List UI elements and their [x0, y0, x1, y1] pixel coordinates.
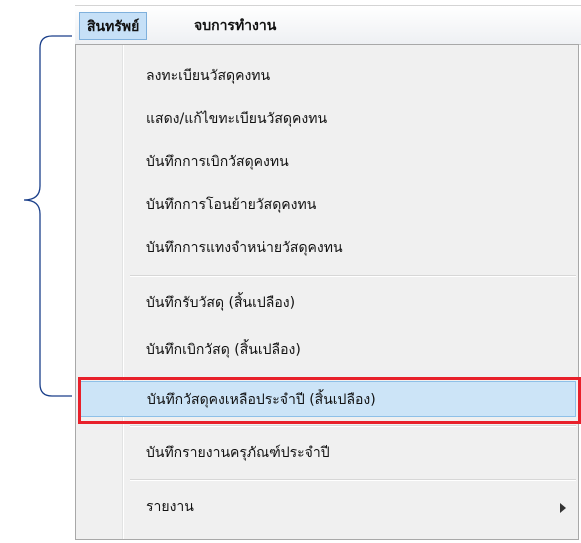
- menu-item-reports[interactable]: รายงาน: [78, 489, 576, 525]
- menu-separator: [130, 479, 576, 481]
- menu-separator: [130, 275, 576, 277]
- chevron-right-icon: [560, 503, 566, 513]
- menubar-item-exit[interactable]: จบการทำงาน: [187, 12, 283, 40]
- menu-item-receive-consumable[interactable]: บันทึกรับวัสดุ (สิ้นเปลือง): [78, 285, 576, 321]
- assets-dropdown-menu: ลงทะเบียนวัสดุคงทน แสดง/แก้ไขทะเบียนวัสด…: [75, 44, 579, 540]
- menu-item-edit-durable[interactable]: แสดง/แก้ไขทะเบียนวัสดุคงทน: [78, 101, 576, 137]
- menu-separator: [130, 425, 576, 427]
- menu-item-reports-label: รายงาน: [146, 499, 194, 515]
- menu-item-dispose-durable[interactable]: บันทึกการแทงจำหน่ายวัสดุคงทน: [78, 230, 576, 266]
- screenshot: สินทรัพย์ จบการทำงาน ลงทะเบียนวัสดุคงทน …: [0, 0, 581, 543]
- menu-item-withdraw-consumable[interactable]: บันทึกเบิกวัสดุ (สิ้นเปลือง): [78, 332, 576, 368]
- menubar: สินทรัพย์ จบการทำงาน: [75, 5, 581, 45]
- menu-item-register-durable[interactable]: ลงทะเบียนวัสดุคงทน: [78, 58, 576, 94]
- menu-item-yearend-consumable[interactable]: บันทึกวัสดุคงเหลือประจำปี (สิ้นเปลือง): [78, 381, 576, 417]
- menu-item-withdraw-durable[interactable]: บันทึกการเบิกวัสดุคงทน: [78, 144, 576, 180]
- menu-item-transfer-durable[interactable]: บันทึกการโอนย้ายวัสดุคงทน: [78, 187, 576, 223]
- annotation-bracket: [23, 35, 72, 397]
- menubar-item-assets[interactable]: สินทรัพย์: [79, 12, 148, 40]
- menu-item-annual-equipment-report[interactable]: บันทึกรายงานครุภัณฑ์ประจำปี: [78, 435, 576, 471]
